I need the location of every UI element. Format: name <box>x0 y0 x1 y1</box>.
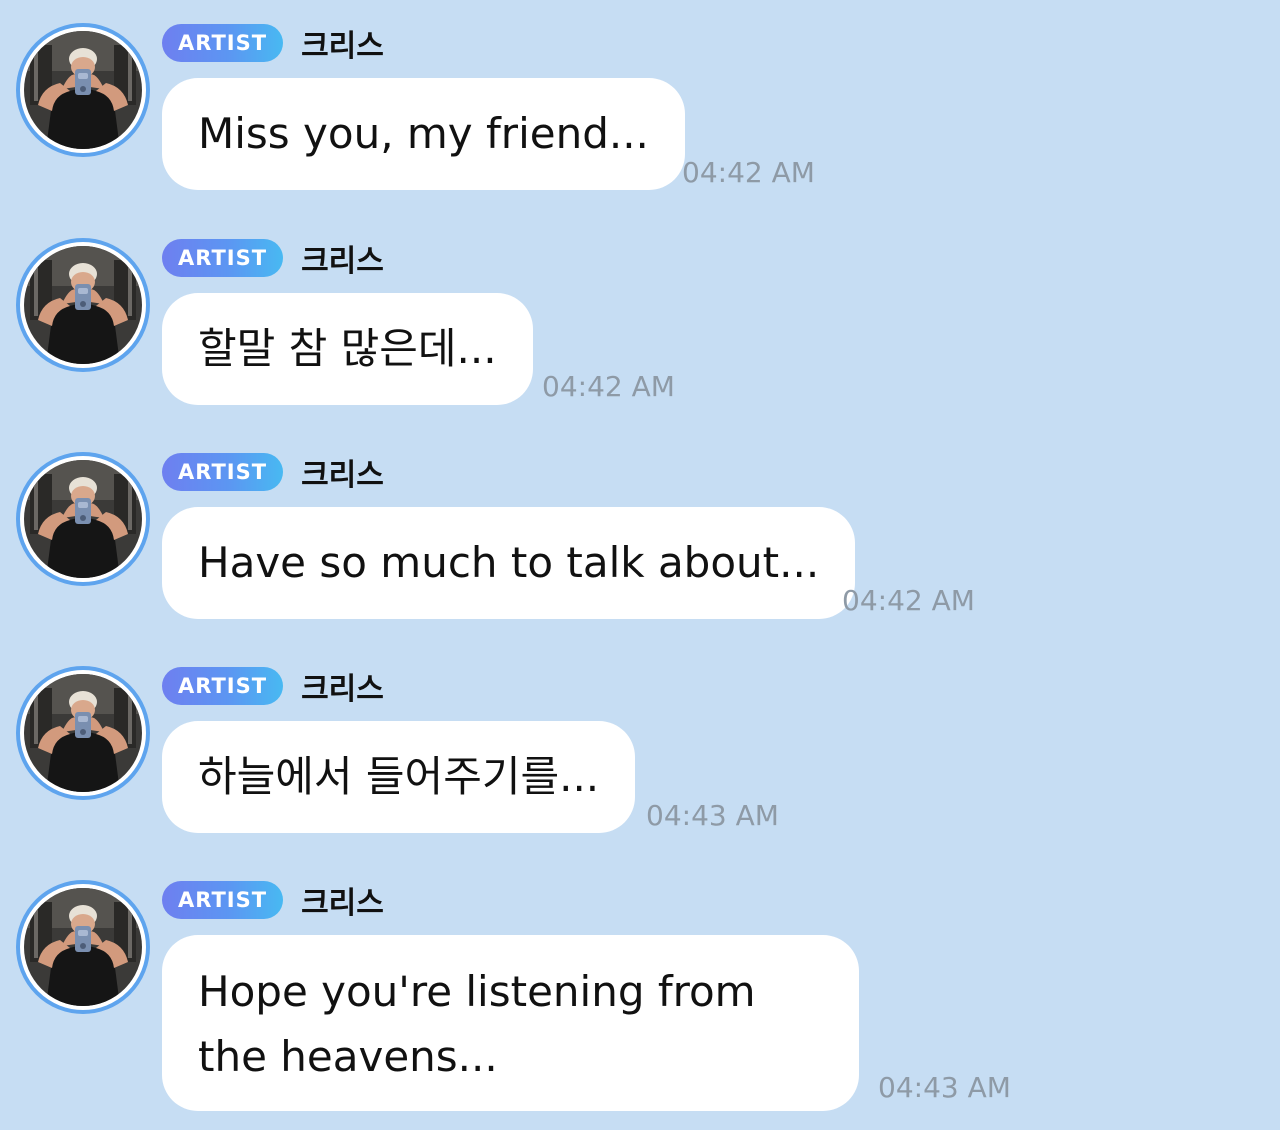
message-header: ARTIST 크리스 <box>162 667 384 707</box>
message-bubble[interactable]: Miss you, my friend... <box>162 78 685 190</box>
avatar[interactable] <box>16 23 150 157</box>
message-header: ARTIST 크리스 <box>162 239 384 279</box>
artist-badge: ARTIST <box>162 881 284 919</box>
avatar[interactable] <box>16 880 150 1014</box>
profile-photo-icon <box>24 460 142 578</box>
message-timestamp: 04:43 AM <box>646 799 779 832</box>
message-timestamp: 04:42 AM <box>842 584 975 617</box>
profile-photo-icon <box>24 888 142 1006</box>
avatar[interactable] <box>16 238 150 372</box>
artist-badge: ARTIST <box>162 239 284 277</box>
chat-thread: ARTIST 크리스 Miss you, my friend... 04:42 … <box>0 0 1280 1130</box>
sender-name: 크리스 <box>301 29 384 64</box>
profile-photo-icon <box>24 674 142 792</box>
message-timestamp: 04:43 AM <box>878 1071 1011 1104</box>
sender-name: 크리스 <box>301 458 384 493</box>
message-bubble[interactable]: Hope you're listening from the heavens..… <box>162 935 859 1111</box>
profile-photo-icon <box>24 246 142 364</box>
message-timestamp: 04:42 AM <box>542 370 675 403</box>
artist-badge: ARTIST <box>162 24 284 62</box>
message-bubble[interactable]: Have so much to talk about... <box>162 507 856 619</box>
sender-name: 크리스 <box>301 672 384 707</box>
sender-name: 크리스 <box>301 886 384 921</box>
message-timestamp: 04:42 AM <box>682 156 815 189</box>
profile-photo-icon <box>24 31 142 149</box>
avatar[interactable] <box>16 666 150 800</box>
artist-badge: ARTIST <box>162 453 284 491</box>
artist-badge: ARTIST <box>162 667 284 705</box>
sender-name: 크리스 <box>301 244 384 279</box>
message-header: ARTIST 크리스 <box>162 24 384 64</box>
message-bubble[interactable]: 하늘에서 들어주기를... <box>162 721 636 833</box>
avatar[interactable] <box>16 452 150 586</box>
message-header: ARTIST 크리스 <box>162 881 384 921</box>
message-header: ARTIST 크리스 <box>162 453 384 493</box>
message-bubble[interactable]: 할말 참 많은데... <box>162 293 533 405</box>
